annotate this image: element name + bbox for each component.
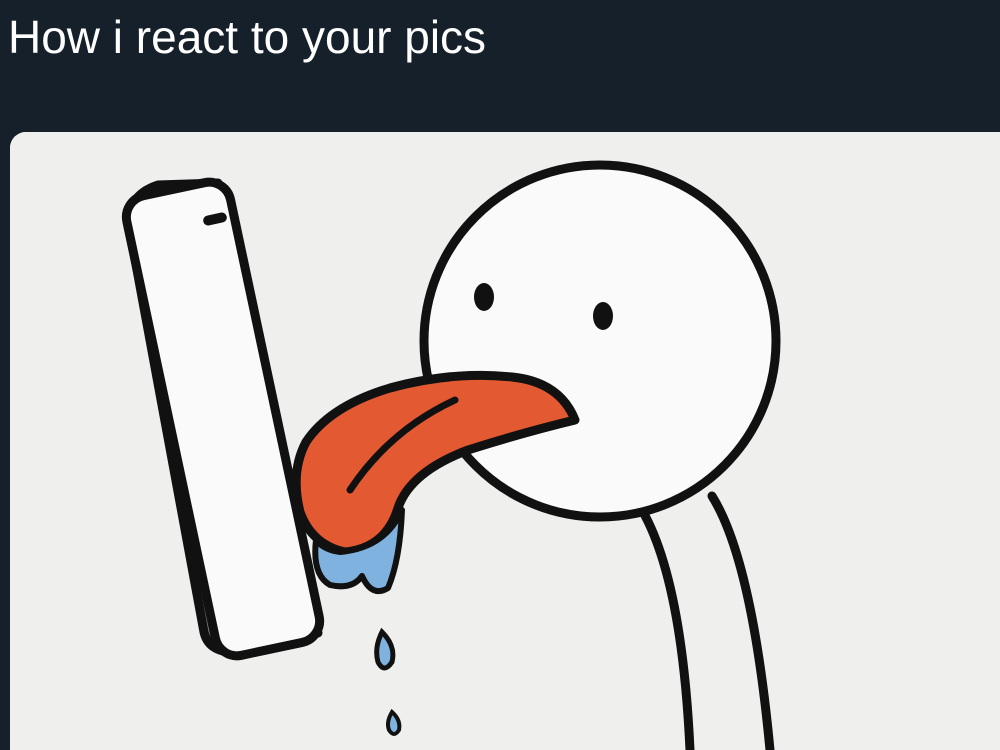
right-eye — [593, 302, 613, 330]
drool-drop-2 — [386, 708, 402, 736]
cartoon-illustration — [10, 132, 1000, 750]
head-circle — [419, 160, 781, 522]
meme-post: How i react to your pics — [0, 0, 1000, 750]
meme-image[interactable] — [10, 132, 1000, 750]
post-caption: How i react to your pics — [8, 11, 487, 63]
person-head — [419, 160, 781, 522]
left-eye — [474, 283, 494, 311]
